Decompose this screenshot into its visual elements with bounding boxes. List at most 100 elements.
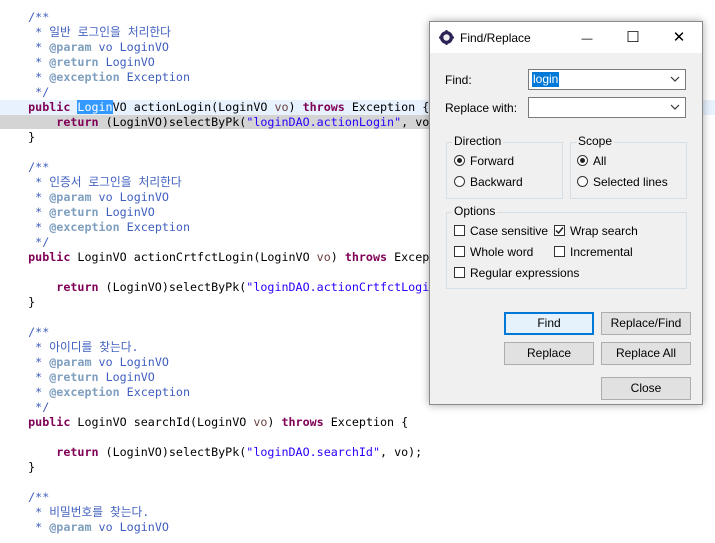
direction-group (446, 142, 563, 199)
case-sensitive-label: Case sensitive (470, 224, 549, 238)
backward-label: Backward (470, 175, 523, 189)
code-token: * (0, 220, 50, 234)
checkmark-icon (555, 227, 564, 235)
code-token: /** (0, 325, 50, 339)
code-token: * 아이디를 찾는다. (0, 340, 139, 354)
minimize-button[interactable]: — (564, 22, 610, 53)
code-token: @return (49, 370, 99, 384)
code-token: "loginDAO.actionLogin" (246, 115, 402, 129)
code-token: return (56, 115, 99, 129)
find-label: Find: (445, 73, 472, 87)
code-token: /** (0, 10, 50, 24)
chevron-down-icon[interactable] (670, 102, 680, 112)
regular-expressions-checkbox[interactable]: Regular expressions (454, 265, 579, 281)
code-token: * 인증서 로그인을 처리한다 (0, 175, 182, 189)
code-token: vo (316, 250, 331, 264)
code-token: ) (267, 415, 282, 429)
backward-radio[interactable]: Backward (454, 174, 523, 190)
code-token: * 일반 로그인을 처리한다 (0, 25, 171, 39)
replace-button[interactable]: Replace (504, 342, 594, 365)
code-token: * (0, 190, 50, 204)
wrap-search-checkbox[interactable]: Wrap search (554, 223, 638, 239)
code-token: * (0, 355, 50, 369)
checkbox-indicator[interactable] (454, 225, 465, 236)
selected-lines-label: Selected lines (593, 175, 668, 189)
code-token: public (0, 415, 78, 429)
forward-radio[interactable]: Forward (454, 153, 514, 169)
code-token: @param (49, 40, 92, 54)
code-token: (LoginVO)selectByPk( (98, 280, 247, 294)
case-sensitive-checkbox[interactable]: Case sensitive (454, 223, 548, 239)
code-token: throws (302, 100, 345, 114)
code-line[interactable]: return (LoginVO)selectByPk("loginDAO.sea… (0, 445, 715, 460)
scope-title: Scope (576, 134, 615, 148)
radio-indicator[interactable] (454, 176, 465, 187)
code-line[interactable]: * 비밀번호를 찾는다. (0, 505, 715, 520)
code-token: return (0, 445, 99, 459)
checkbox-indicator[interactable] (554, 246, 565, 257)
code-line[interactable]: public LoginVO searchId(LoginVO vo) thro… (0, 415, 715, 430)
code-token: throws (281, 415, 324, 429)
close-icon: ✕ (672, 29, 686, 46)
radio-indicator[interactable] (577, 155, 588, 166)
code-token: , vo); (380, 445, 423, 459)
find-replace-dialog: Find/Replace — ☐ ✕ Find: login Replace w… (429, 21, 703, 405)
find-button[interactable]: Find (504, 312, 594, 335)
code-token: */ (0, 400, 50, 414)
radio-indicator[interactable] (454, 155, 465, 166)
close-window-button[interactable]: ✕ (656, 22, 702, 53)
code-token: "loginDAO.searchId" (246, 445, 380, 459)
close-button[interactable]: Close (601, 377, 691, 400)
scope-all-label: All (593, 154, 607, 168)
incremental-checkbox[interactable]: Incremental (554, 244, 633, 260)
checkbox-indicator[interactable] (454, 246, 465, 257)
replace-all-button[interactable]: Replace All (601, 342, 691, 365)
code-line[interactable] (0, 475, 715, 490)
code-token: Exception (119, 385, 191, 399)
code-token: LoginVO (98, 205, 155, 219)
code-token: vo (274, 100, 289, 114)
code-token: (LoginVO)selectByPk( (98, 445, 247, 459)
code-token: @exception (49, 220, 120, 234)
code-token: */ (0, 235, 50, 249)
incremental-label: Incremental (570, 245, 633, 259)
regular-expressions-label: Regular expressions (470, 266, 580, 280)
replace-find-button[interactable]: Replace/Find (601, 312, 691, 335)
code-token: @param (49, 520, 92, 534)
code-token: vo LoginVO (91, 520, 169, 534)
code-line[interactable]: * @param vo LoginVO (0, 520, 715, 535)
chevron-down-icon[interactable] (670, 74, 680, 84)
checkbox-indicator[interactable] (554, 225, 565, 236)
code-token: @return (49, 55, 99, 69)
dialog-titlebar[interactable]: Find/Replace — ☐ ✕ (430, 22, 702, 53)
eclipse-gear-icon (439, 30, 454, 45)
code-token: vo (253, 415, 268, 429)
code-token: Exception (119, 70, 191, 84)
whole-word-checkbox[interactable]: Whole word (454, 244, 533, 260)
maximize-button[interactable]: ☐ (610, 22, 656, 53)
forward-label: Forward (470, 154, 515, 168)
replace-combo[interactable] (528, 97, 686, 118)
code-token: @exception (49, 385, 120, 399)
scope-group (570, 142, 687, 199)
code-line[interactable]: } (0, 460, 715, 475)
code-token: public (0, 250, 78, 264)
direction-title: Direction (452, 134, 504, 148)
code-token: (LoginVO)selectByPk( (98, 115, 247, 129)
scope-all-radio[interactable]: All (577, 153, 606, 169)
code-token: } (0, 295, 36, 309)
code-token: * (0, 385, 50, 399)
code-token: @param (49, 355, 92, 369)
find-combo[interactable]: login (528, 69, 686, 90)
code-line[interactable]: /** (0, 490, 715, 505)
code-token: LoginVO (98, 55, 155, 69)
selected-text: Login (77, 100, 113, 114)
wrap-search-label: Wrap search (570, 224, 638, 238)
code-token: * (0, 370, 50, 384)
code-token: * 비밀번호를 찾는다. (0, 505, 150, 519)
checkbox-indicator[interactable] (454, 267, 465, 278)
selected-lines-radio[interactable]: Selected lines (577, 174, 668, 190)
find-input[interactable]: login (532, 72, 560, 87)
code-line[interactable] (0, 430, 715, 445)
radio-indicator[interactable] (577, 176, 588, 187)
